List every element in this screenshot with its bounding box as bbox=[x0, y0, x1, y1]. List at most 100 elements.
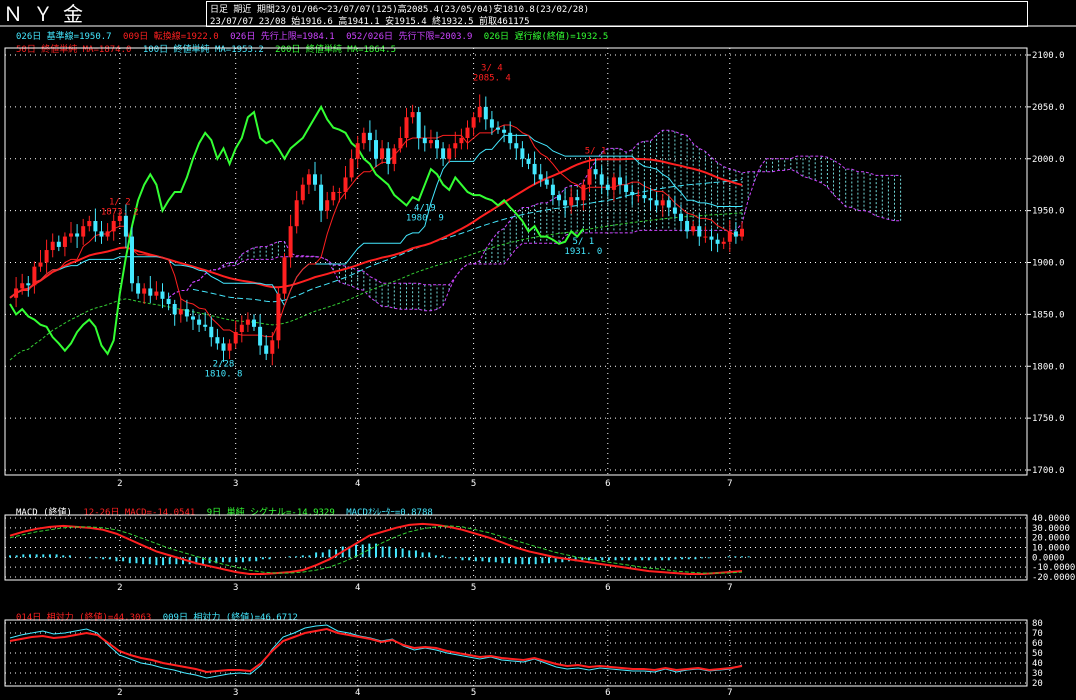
candle-down bbox=[502, 129, 507, 133]
y-tick-label-rsi: 40 bbox=[1032, 659, 1043, 669]
candle-down bbox=[483, 106, 488, 120]
candle-up bbox=[337, 191, 342, 193]
candle-up bbox=[587, 169, 592, 185]
candle-down bbox=[416, 112, 421, 138]
candle-up bbox=[32, 266, 37, 286]
candle-up bbox=[38, 262, 43, 267]
candle-down bbox=[550, 184, 555, 196]
y-tick-label-macd: 20.0000 bbox=[1032, 534, 1070, 544]
candle-down bbox=[386, 148, 391, 164]
candle-up bbox=[276, 293, 281, 341]
y-tick-label-macd: 10.0000 bbox=[1032, 544, 1070, 554]
x-tick-label-macd: 5 bbox=[471, 583, 476, 593]
candle-up bbox=[81, 226, 86, 237]
candle-up bbox=[740, 228, 744, 237]
price-annotation-value: 1980. 9 bbox=[406, 214, 444, 224]
candle-down bbox=[258, 326, 263, 346]
candle-up bbox=[392, 148, 397, 164]
candle-down bbox=[319, 184, 324, 211]
y-tick-label-price: 2000.0 bbox=[1032, 155, 1065, 165]
candle-down bbox=[508, 132, 513, 144]
candle-down bbox=[209, 326, 214, 338]
candle-up bbox=[727, 231, 732, 242]
price-panel-frame bbox=[4, 47, 1028, 476]
candle-up bbox=[361, 132, 366, 144]
price-annotation-value: 1873. 2 bbox=[101, 207, 139, 217]
candle-up bbox=[471, 117, 476, 128]
x-tick-label-macd: 7 bbox=[727, 583, 732, 593]
candle-up bbox=[636, 195, 641, 197]
candle-up bbox=[355, 143, 360, 159]
candle-down bbox=[709, 236, 714, 240]
y-tick-label-rsi: 80 bbox=[1032, 619, 1043, 629]
candle-down bbox=[599, 174, 604, 185]
candle-down bbox=[136, 283, 141, 294]
candle-up bbox=[581, 184, 586, 201]
candle-down bbox=[367, 132, 372, 141]
ma200-line bbox=[9, 212, 743, 361]
candle-up bbox=[660, 200, 665, 206]
candle-down bbox=[563, 200, 568, 206]
candle-down bbox=[130, 236, 134, 284]
candle-down bbox=[435, 140, 439, 149]
candle-up bbox=[404, 117, 409, 138]
candle-down bbox=[557, 195, 561, 201]
candle-down bbox=[56, 241, 61, 247]
candle-up bbox=[14, 288, 19, 298]
y-tick-label-price: 1950.0 bbox=[1032, 207, 1065, 217]
candle-up bbox=[721, 241, 726, 244]
candle-up bbox=[691, 226, 696, 232]
candle-down bbox=[520, 148, 525, 159]
candle-down bbox=[618, 177, 622, 185]
x-tick-label-macd: 2 bbox=[117, 583, 122, 593]
candle-down bbox=[26, 283, 31, 286]
candle-up bbox=[380, 148, 385, 159]
candle-up bbox=[569, 197, 574, 206]
candle-up bbox=[233, 332, 238, 344]
candle-up bbox=[105, 231, 110, 237]
x-tick-label-price: 2 bbox=[117, 479, 122, 489]
y-tick-label-price: 1700.0 bbox=[1032, 466, 1065, 476]
candle-up bbox=[87, 221, 92, 227]
y-tick-label-macd: 0.0000 bbox=[1032, 553, 1065, 563]
candle-up bbox=[428, 140, 433, 144]
y-tick-label-rsi: 30 bbox=[1032, 669, 1043, 679]
candle-down bbox=[624, 184, 629, 192]
y-tick-label-macd: 30.0000 bbox=[1032, 524, 1070, 534]
candle-down bbox=[666, 200, 671, 208]
candle-down bbox=[654, 200, 659, 206]
candle-down bbox=[685, 221, 690, 232]
price-annotation-date: 5/ 1 bbox=[585, 147, 607, 157]
price-annotation-value: 2085. 4 bbox=[473, 74, 511, 84]
candle-up bbox=[69, 233, 73, 237]
candle-up bbox=[703, 236, 708, 238]
candle-up bbox=[111, 221, 116, 232]
candle-up bbox=[410, 112, 415, 118]
candle-up bbox=[239, 324, 244, 333]
candle-down bbox=[593, 169, 598, 175]
candle-down bbox=[148, 288, 153, 296]
candle-down bbox=[538, 174, 543, 180]
candle-down bbox=[184, 309, 189, 317]
candle-up bbox=[50, 241, 55, 251]
y-tick-label-price: 1750.0 bbox=[1032, 414, 1065, 424]
candle-down bbox=[313, 174, 317, 185]
chart-canvas: 2 2 2 3 3 3 4 4 4 5 5 5 6 6 6 7 7 7 1700.0 1750.0 1800.0 1850… bbox=[0, 25, 1076, 698]
price-annotation-date: 1/ 2 bbox=[109, 197, 131, 207]
candle-down bbox=[489, 119, 494, 128]
candle-up bbox=[142, 288, 147, 294]
price-annotation-date: 4/19 bbox=[414, 204, 436, 214]
x-tick-label-price: 4 bbox=[355, 479, 360, 489]
candle-down bbox=[264, 345, 269, 354]
candle-down bbox=[575, 197, 580, 201]
y-tick-label-price: 2050.0 bbox=[1032, 103, 1065, 113]
candle-down bbox=[733, 231, 738, 237]
candle-up bbox=[178, 309, 183, 315]
candle-down bbox=[191, 316, 195, 320]
x-tick-label-rsi: 2 bbox=[117, 688, 122, 698]
candle-down bbox=[672, 207, 677, 214]
candle-down bbox=[422, 138, 427, 144]
candle-up bbox=[288, 226, 293, 258]
x-tick-label-price: 5 bbox=[471, 479, 476, 489]
candle-down bbox=[544, 179, 549, 185]
